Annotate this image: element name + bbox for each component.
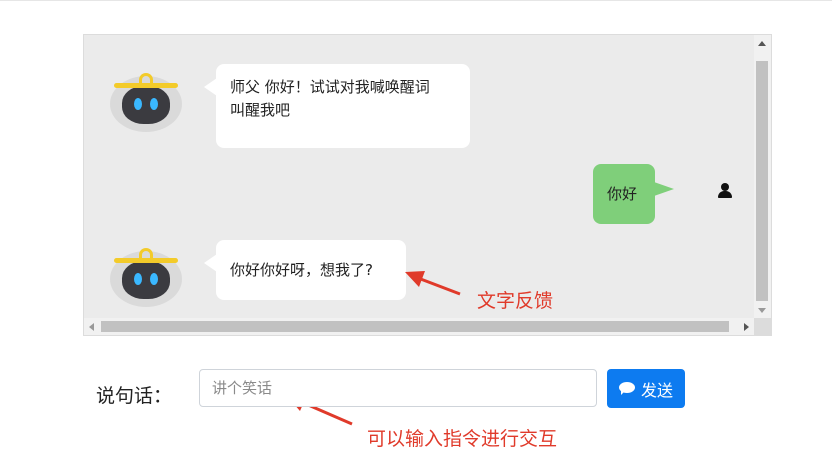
scrollbar-corner xyxy=(754,318,771,335)
bot-message-text: 你好你好呀，想我了? xyxy=(230,261,373,279)
bot-message-bubble: 你好你好呀，想我了? xyxy=(204,240,406,300)
send-button[interactable]: 发送 xyxy=(607,369,685,408)
message-input[interactable] xyxy=(199,369,597,407)
feedback-annotation: 文字反馈 xyxy=(477,290,554,312)
scroll-down-arrow-icon[interactable] xyxy=(758,308,766,313)
scroll-right-arrow-icon[interactable] xyxy=(744,323,749,331)
scroll-up-arrow-icon[interactable] xyxy=(758,41,766,46)
bot-message-text: 师父 你好！试试对我喊唤醒词 xyxy=(230,78,430,96)
user-message-text: 你好 xyxy=(607,185,638,203)
top-divider xyxy=(0,0,832,1)
horizontal-scrollbar[interactable] xyxy=(84,318,754,335)
comment-icon xyxy=(618,382,635,395)
input-label: 说句话： xyxy=(96,385,173,407)
bot-message-bubble: 师父 你好！试试对我喊唤醒词 叫醒我吧 xyxy=(204,64,470,148)
send-button-label: 发送 xyxy=(640,380,673,400)
robot-avatar-icon xyxy=(108,247,184,307)
scroll-left-arrow-icon[interactable] xyxy=(89,323,94,331)
vertical-scrollbar[interactable] xyxy=(754,35,771,319)
input-hint-annotation: 可以输入指令进行交互 xyxy=(367,428,558,450)
user-message-bubble: 你好 xyxy=(593,164,674,224)
chat-window[interactable]: 师父 你好！试试对我喊唤醒词 叫醒我吧 你好 你好你好呀，想我了? xyxy=(83,34,772,336)
bot-message-text: 叫醒我吧 xyxy=(230,101,291,119)
scrollbar-thumb[interactable] xyxy=(756,61,768,301)
robot-avatar-icon xyxy=(108,72,184,132)
scrollbar-thumb[interactable] xyxy=(101,321,729,332)
user-icon xyxy=(718,183,732,199)
